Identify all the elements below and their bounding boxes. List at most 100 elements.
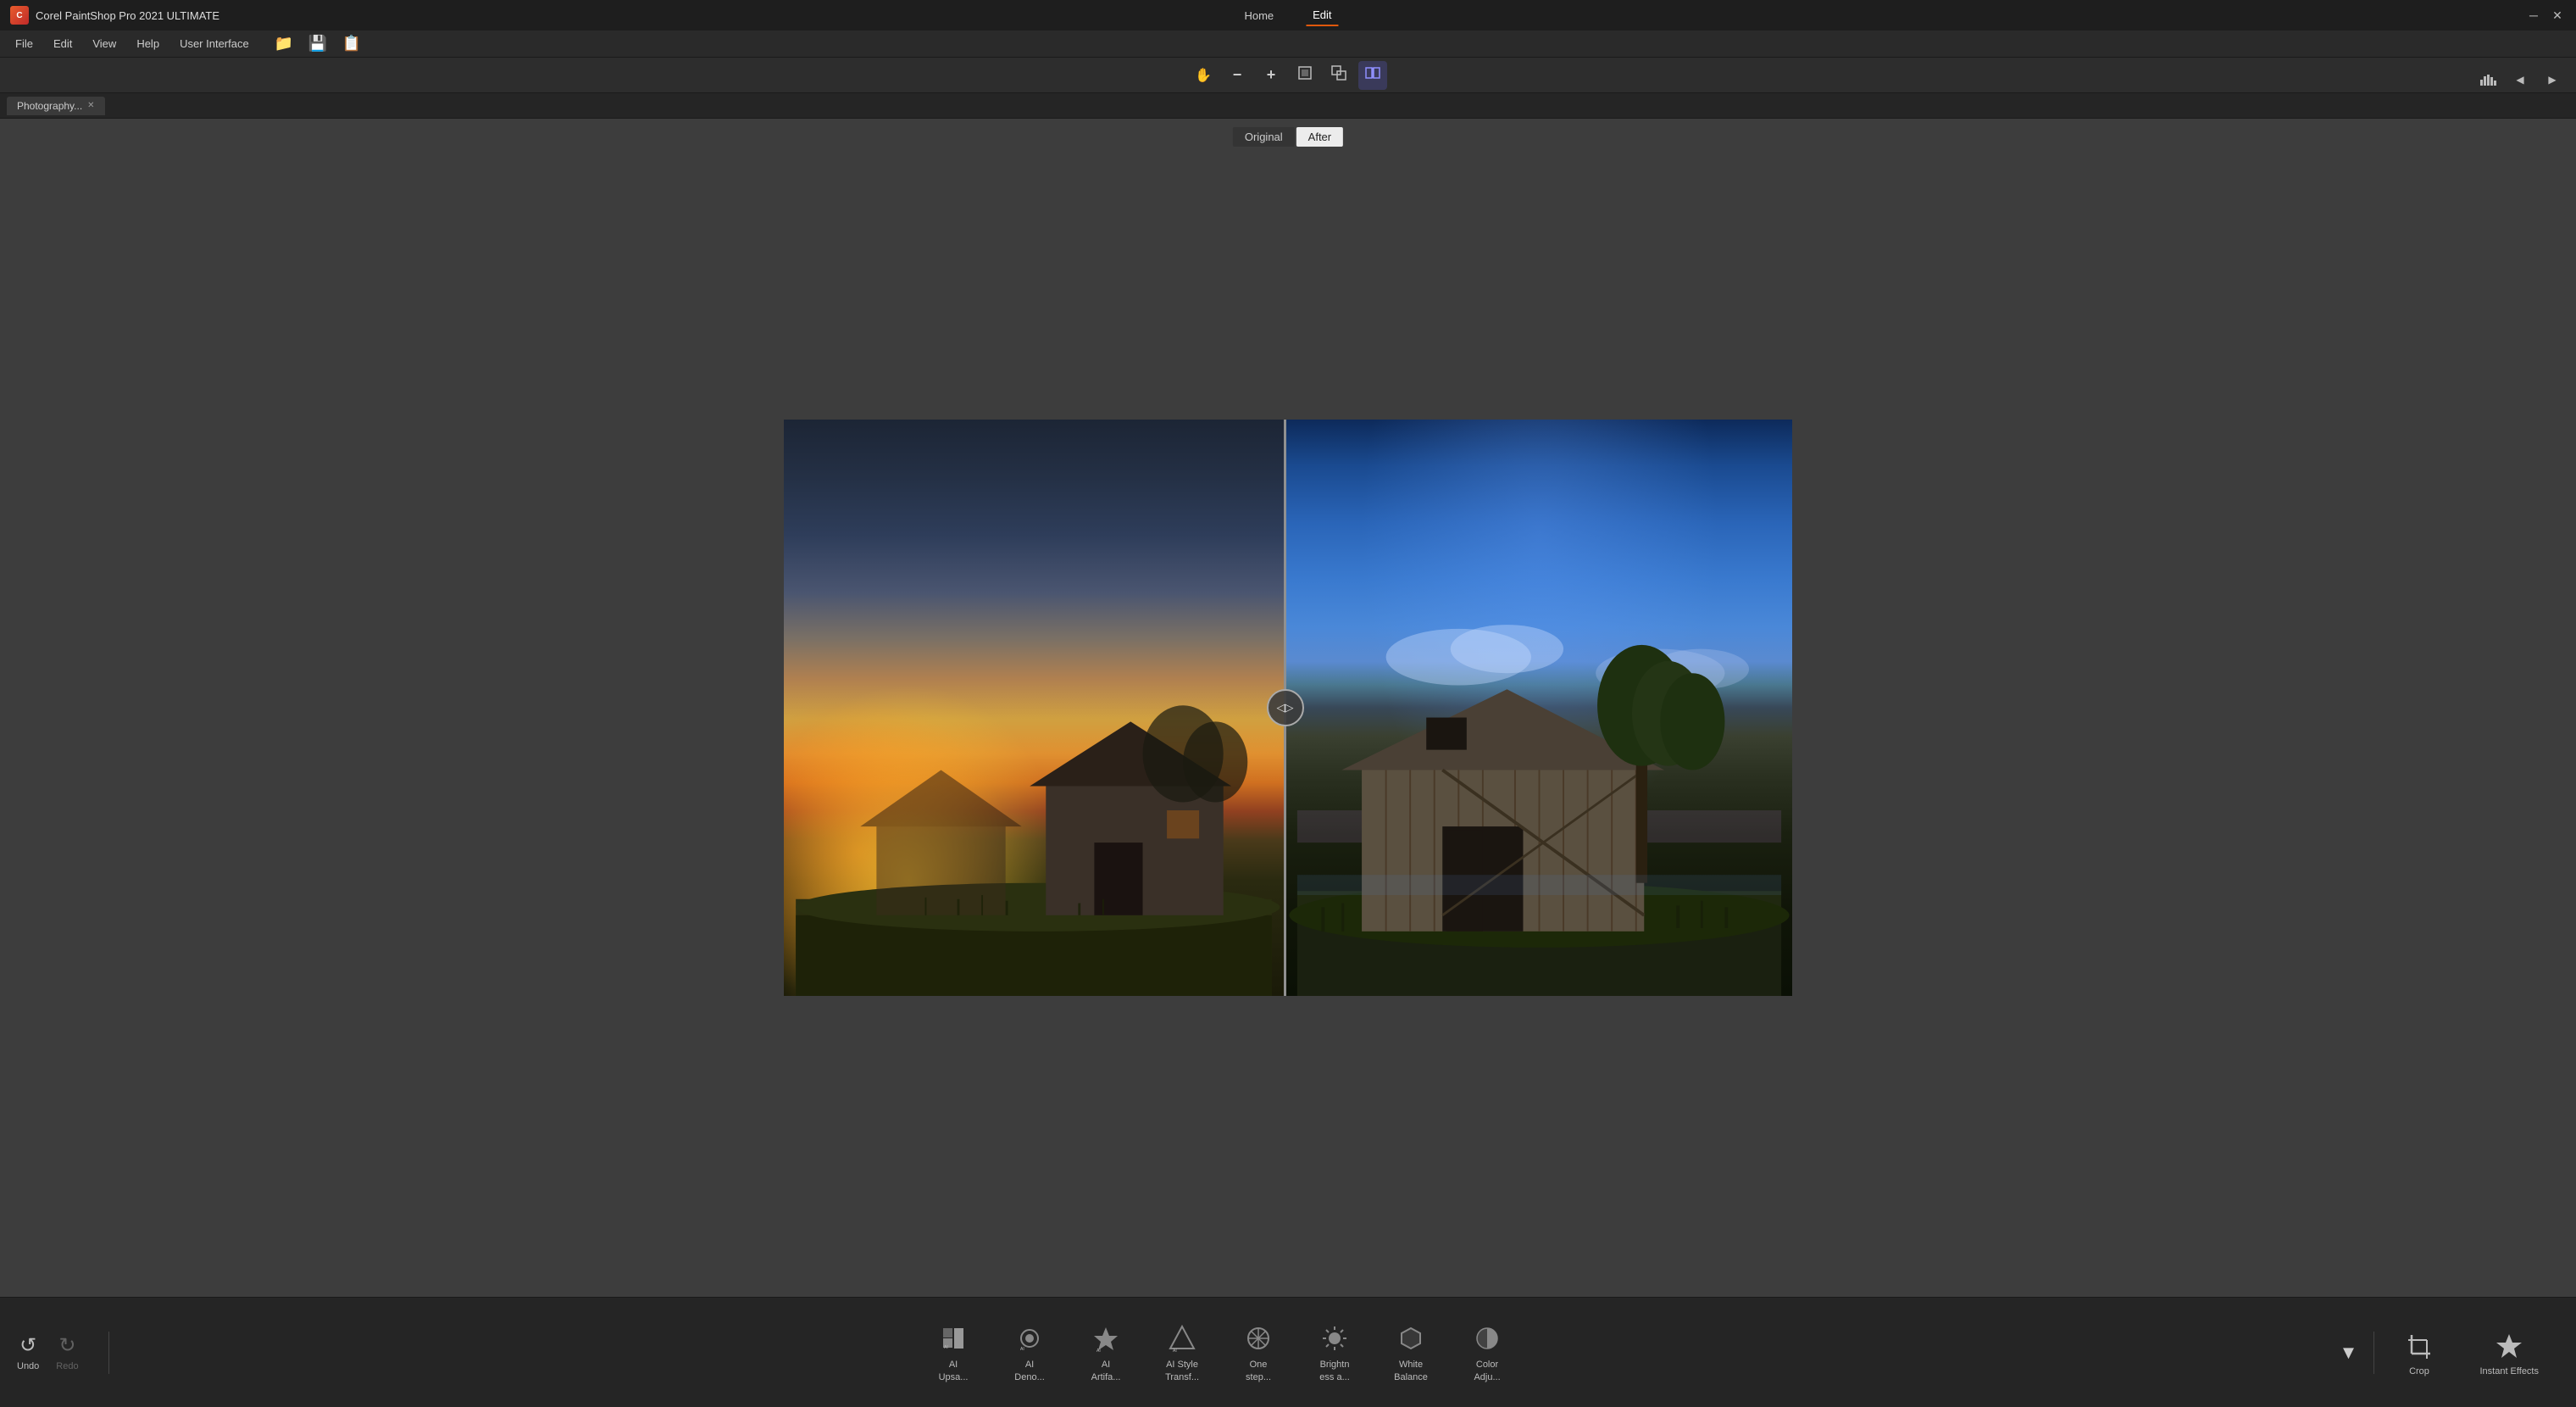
panel-arrow-right-icon[interactable]: ▶ — [2539, 66, 2566, 93]
instant-effects-icon — [2492, 1329, 2526, 1363]
ai-denoise-icon: AI — [1013, 1321, 1046, 1355]
zoom-in-button[interactable]: + — [1257, 61, 1285, 90]
menu-edit[interactable]: Edit — [45, 34, 80, 53]
after-panel — [1286, 420, 1792, 996]
ai-upsampling-icon: AI — [936, 1321, 970, 1355]
hand-icon: ✋ — [1195, 67, 1212, 84]
split-handle-arrows: ◁▷ — [1277, 701, 1294, 715]
minimize-button[interactable]: ─ — [2525, 7, 2542, 24]
instant-effects-button[interactable]: Instant Effects — [2459, 1322, 2559, 1383]
menubar: File Edit View Help User Interface 📁 💾 📋 — [0, 31, 2576, 58]
ai-denoise-label: AI Deno... — [1014, 1359, 1044, 1383]
nav-home[interactable]: Home — [1237, 6, 1280, 25]
ai-upsampling-button[interactable]: AI AI Upsa... — [915, 1315, 991, 1390]
titlebar-left: C Corel PaintShop Pro 2021 ULTIMATE — [10, 6, 219, 25]
save-icon[interactable]: 💾 — [303, 30, 332, 58]
right-bottom-buttons: Crop Instant Effects — [2379, 1322, 2559, 1383]
redo-label: Redo — [56, 1361, 78, 1371]
after-label[interactable]: After — [1296, 127, 1343, 147]
redo-icon: ↻ — [58, 1333, 75, 1358]
brightness-button[interactable]: Brightn ess a... — [1296, 1315, 1373, 1390]
bottom-toolbar: ↺ Undo ↻ Redo AI AI Upsa... — [0, 1297, 2576, 1407]
zoom-out-button[interactable]: − — [1223, 61, 1252, 90]
more-tools-button[interactable]: ▼ — [2327, 1332, 2369, 1374]
separator-2 — [2373, 1332, 2374, 1374]
svg-text:AI: AI — [1173, 1349, 1177, 1352]
ai-artifact-icon: AI — [1089, 1321, 1123, 1355]
split-handle[interactable]: ◁▷ — [1267, 689, 1304, 726]
titlebar-nav: Home Edit — [1237, 5, 1338, 26]
color-adjust-icon — [1470, 1321, 1504, 1355]
after-image — [1286, 420, 1792, 996]
crop-view-icon — [1331, 65, 1346, 85]
undo-redo-group: ↺ Undo ↻ Redo — [17, 1333, 79, 1371]
brightness-label: Brightn ess a... — [1319, 1359, 1349, 1383]
compare-view-button[interactable] — [1358, 61, 1387, 90]
close-button[interactable]: ✕ — [2549, 7, 2566, 24]
more-tools-icon: ▼ — [2340, 1342, 2358, 1364]
ai-artifact-label: AI Artifa... — [1091, 1359, 1121, 1383]
separator-1 — [108, 1332, 109, 1374]
tools-row: AI AI Upsa... AI AI Deno... — [114, 1315, 2328, 1390]
white-balance-label: White Balance — [1394, 1359, 1428, 1383]
titlebar-title: Corel PaintShop Pro 2021 ULTIMATE — [36, 9, 219, 22]
hand-tool-button[interactable]: ✋ — [1189, 61, 1218, 90]
color-adjust-label: Color Adju... — [1474, 1359, 1500, 1383]
titlebar-controls: ─ ✕ — [2525, 7, 2566, 24]
split-divider[interactable]: ◁▷ — [1284, 420, 1286, 996]
zoom-in-icon: + — [1267, 66, 1276, 84]
white-balance-button[interactable]: White Balance — [1373, 1315, 1449, 1390]
crop-button[interactable]: Crop — [2379, 1322, 2459, 1383]
new-icon[interactable]: 📁 — [269, 30, 298, 58]
redo-button[interactable]: ↻ Redo — [56, 1333, 78, 1371]
photo-tab-label: Photography... — [17, 100, 82, 112]
menu-user-interface[interactable]: User Interface — [171, 34, 258, 53]
crop-label: Crop — [2409, 1366, 2429, 1376]
undo-button[interactable]: ↺ Undo — [17, 1333, 39, 1371]
color-adjust-button[interactable]: Color Adju... — [1449, 1315, 1525, 1390]
original-label[interactable]: Original — [1233, 127, 1295, 147]
app-logo-letter: C — [16, 11, 22, 20]
ai-upsampling-label: AI Upsa... — [939, 1359, 969, 1383]
menu-view[interactable]: View — [84, 34, 125, 53]
nav-edit[interactable]: Edit — [1306, 5, 1338, 26]
ai-artifact-button[interactable]: AI AI Artifa... — [1068, 1315, 1144, 1390]
ai-style-button[interactable]: AI AI Style Transf... — [1144, 1315, 1220, 1390]
crop-icon — [2402, 1329, 2436, 1363]
ai-style-label: AI Style Transf... — [1165, 1359, 1199, 1383]
svg-text:AI: AI — [1020, 1347, 1024, 1352]
photo-tab-close[interactable]: ✕ — [87, 101, 94, 110]
histogram-icon[interactable] — [2474, 66, 2501, 93]
menu-help[interactable]: Help — [128, 34, 168, 53]
fit-window-icon — [1297, 65, 1313, 85]
toolbar: ✋ − + — [0, 58, 2576, 93]
before-image — [784, 420, 1284, 996]
image-comparison: ◁▷ — [784, 420, 1792, 996]
zoom-out-icon: − — [1233, 66, 1242, 84]
barn-before-svg — [784, 592, 1284, 996]
photo-tab[interactable]: Photography... ✕ — [7, 97, 105, 115]
one-step-icon — [1241, 1321, 1275, 1355]
svg-text:AI: AI — [1096, 1349, 1101, 1352]
ai-denoise-button[interactable]: AI AI Deno... — [991, 1315, 1068, 1390]
ai-style-icon: AI — [1165, 1321, 1199, 1355]
undo-icon: ↺ — [19, 1333, 36, 1358]
barn-after-svg — [1286, 592, 1792, 996]
one-step-label: One step... — [1246, 1359, 1271, 1383]
crop-view-button[interactable] — [1324, 61, 1353, 90]
main-canvas: ◁▷ — [0, 119, 2576, 1297]
save-as-icon[interactable]: 📋 — [337, 30, 366, 58]
tabbar: Photography... ✕ — [0, 93, 2576, 119]
menu-file[interactable]: File — [7, 34, 42, 53]
fit-window-button[interactable] — [1291, 61, 1319, 90]
one-step-button[interactable]: One step... — [1220, 1315, 1296, 1390]
before-after-labels: Original After — [1233, 127, 1343, 147]
before-panel — [784, 420, 1284, 996]
panel-arrow-left-icon[interactable]: ◀ — [2507, 66, 2534, 93]
app-logo: C — [10, 6, 29, 25]
brightness-icon — [1318, 1321, 1352, 1355]
top-right-tools: ◀ ▶ — [2474, 66, 2566, 93]
titlebar: C Corel PaintShop Pro 2021 ULTIMATE Home… — [0, 0, 2576, 31]
svg-text:AI: AI — [944, 1345, 948, 1350]
instant-effects-label: Instant Effects — [2479, 1366, 2539, 1376]
